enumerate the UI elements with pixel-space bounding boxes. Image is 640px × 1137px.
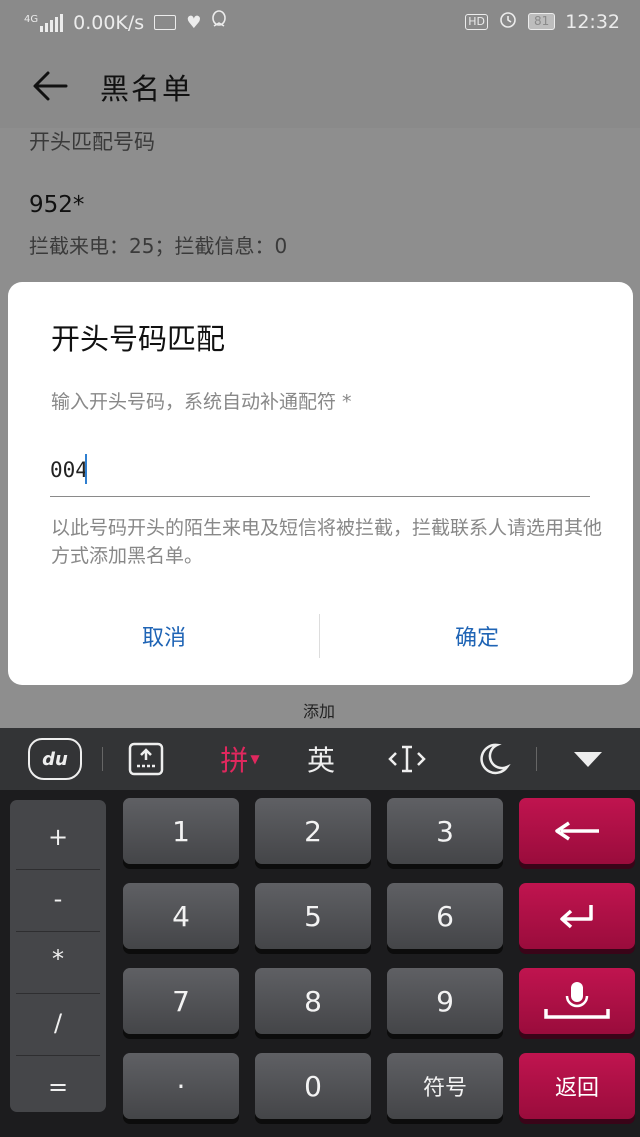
microphone-icon xyxy=(544,982,610,1019)
toolbar-divider xyxy=(102,747,103,771)
back-arrow-icon[interactable] xyxy=(30,66,70,106)
page-title: 黑名单 xyxy=(100,72,194,106)
key-asterisk[interactable]: * xyxy=(10,928,106,990)
key-3[interactable]: 3 xyxy=(387,798,503,864)
pinyin-mode-button[interactable]: 拼 ▼ xyxy=(210,728,270,790)
hide-keyboard-icon[interactable] xyxy=(566,728,610,790)
key-7[interactable]: 7 xyxy=(123,968,239,1034)
key-6[interactable]: 6 xyxy=(387,883,503,949)
key-5[interactable]: 5 xyxy=(255,883,371,949)
text-cursor xyxy=(85,454,87,484)
clock: 12:32 xyxy=(565,10,620,33)
english-mode-button[interactable]: 英 xyxy=(295,728,347,790)
key-equals[interactable]: = xyxy=(10,1056,106,1118)
prefix-match-dialog: 开头号码匹配 输入开头号码，系统自动补通配符 * 以此号码开头的陌生来电及短信将… xyxy=(8,282,633,685)
hd-badge: HD xyxy=(465,13,488,30)
backspace-arrow-icon xyxy=(555,821,599,841)
health-icon: ♥ xyxy=(186,12,202,33)
night-mode-icon[interactable] xyxy=(470,728,516,790)
dialog-description: 以此号码开头的陌生来电及短信将被拦截，拦截联系人请选用其他方式添加黑名单。 xyxy=(51,517,603,567)
battery-indicator: 81 xyxy=(527,13,556,30)
key-2[interactable]: 2 xyxy=(255,798,371,864)
key-8[interactable]: 8 xyxy=(255,968,371,1034)
enter-icon xyxy=(560,905,593,929)
cursor-move-icon[interactable] xyxy=(384,728,430,790)
status-bar: 4G 0.00K/s ♥ HD 81 12:32 xyxy=(0,0,640,44)
alarm-icon xyxy=(498,9,518,34)
cancel-button[interactable]: 取消 xyxy=(8,602,320,670)
du-logo-label: du xyxy=(28,738,82,780)
du-logo-icon[interactable]: du xyxy=(26,728,84,790)
key-0[interactable]: 0 xyxy=(255,1053,371,1119)
backspace-key[interactable] xyxy=(519,798,635,864)
prefix-number-input[interactable] xyxy=(50,444,590,497)
key-4[interactable]: 4 xyxy=(123,883,239,949)
key-9[interactable]: 9 xyxy=(387,968,503,1034)
key-dot[interactable]: · xyxy=(123,1053,239,1119)
dialog-title: 开头号码匹配 xyxy=(51,322,226,356)
add-label[interactable]: 添加 xyxy=(303,698,335,722)
pinyin-label: 拼 xyxy=(220,744,249,777)
voice-input-key[interactable] xyxy=(519,968,635,1034)
toolbar-divider xyxy=(536,747,537,771)
key-minus[interactable]: - xyxy=(10,868,106,930)
key-symbols[interactable]: 符号 xyxy=(387,1053,503,1119)
confirm-button[interactable]: 确定 xyxy=(321,602,633,670)
network-speed: 0.00K/s xyxy=(73,11,145,34)
input-hint: 输入开头号码，系统自动补通配符 * xyxy=(51,391,352,413)
network-type: 4G xyxy=(24,13,39,25)
keyboard-icon xyxy=(154,15,177,30)
enter-key[interactable] xyxy=(519,883,635,949)
key-plus[interactable]: + xyxy=(10,806,106,868)
signal-icon: 4G xyxy=(24,13,64,32)
pinyin-dropdown-icon: ▼ xyxy=(250,752,260,766)
keyboard-layout-icon[interactable] xyxy=(124,728,168,790)
list-item-number[interactable]: 952* xyxy=(29,192,84,218)
key-1[interactable]: 1 xyxy=(123,798,239,864)
section-header: 开头匹配号码 xyxy=(29,130,155,154)
list-item-stats: 拦截来电：25；拦截信息：0 xyxy=(29,234,288,258)
app-bar xyxy=(0,44,640,128)
qq-icon xyxy=(211,10,227,35)
return-key[interactable]: 返回 xyxy=(519,1053,635,1119)
key-slash[interactable]: / xyxy=(10,992,106,1054)
